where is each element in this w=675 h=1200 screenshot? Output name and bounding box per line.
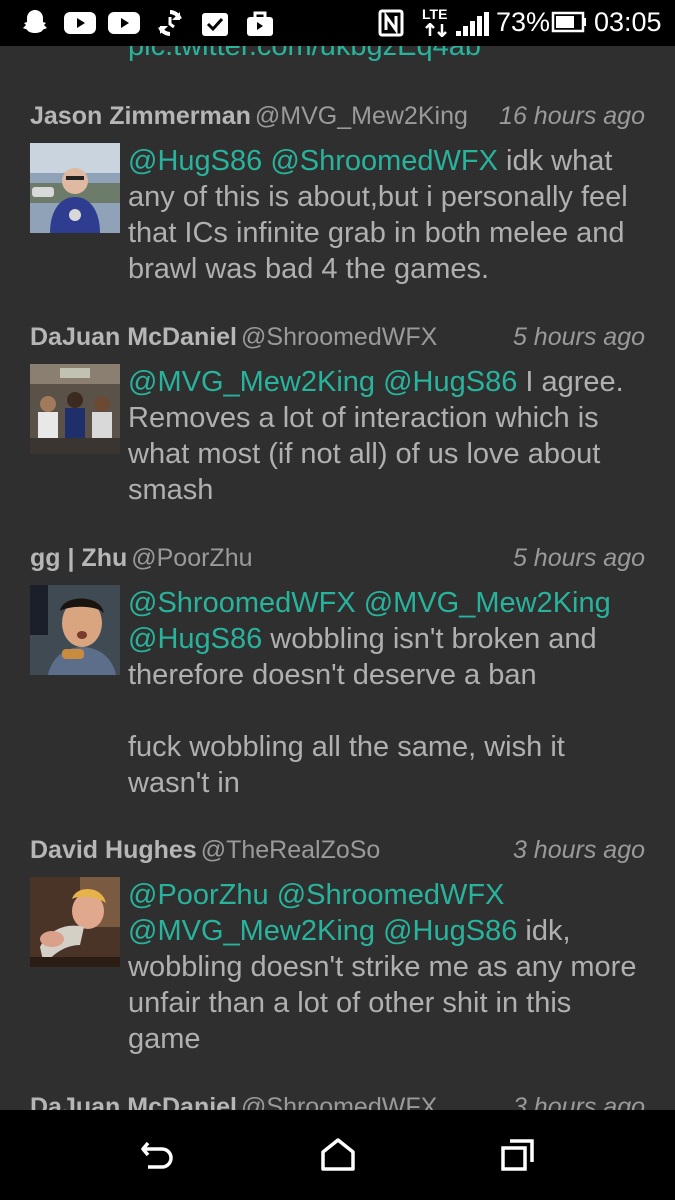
mention-link[interactable]: @PoorZhu [128, 879, 269, 911]
tweet-item[interactable]: Jason Zimmerman @MVG_Mew2King 16 hours ag… [0, 102, 675, 332]
tweet-body: @HugS86 @ShroomedWFX idk what any of thi… [128, 143, 648, 287]
recents-icon[interactable] [500, 1137, 536, 1176]
mention-link[interactable]: @MVG_Mew2King [128, 915, 375, 947]
mention-link[interactable]: @HugS86 [128, 623, 262, 655]
tweet-paragraph: @MVG_Mew2King @HugS86 I agree. Removes a… [128, 364, 648, 508]
mention-link[interactable]: @ShroomedWFX [270, 145, 498, 177]
tweet-header: gg | Zhu @PoorZhu 5 hours ago [30, 544, 645, 580]
tweet-body: @MVG_Mew2King @HugS86 I agree. Removes a… [128, 364, 648, 508]
bag-icon [245, 8, 275, 43]
mention-link[interactable]: @ShroomedWFX [277, 879, 505, 911]
sync-icon [155, 8, 185, 43]
mention-link[interactable]: @HugS86 [383, 366, 517, 398]
author-name[interactable]: gg | Zhu [30, 544, 127, 572]
author-handle[interactable]: @PoorZhu [131, 544, 252, 572]
tweet-text [375, 915, 383, 947]
tweet-paragraph: @HugS86 @ShroomedWFX idk what any of thi… [128, 143, 648, 287]
tweet-body: @PoorZhu @ShroomedWFX @MVG_Mew2King @Hug… [128, 877, 648, 1057]
clipboard-check-icon [200, 8, 230, 43]
tweet-header: Jason Zimmerman @MVG_Mew2King 16 hours ag… [30, 102, 645, 138]
mention-link[interactable]: @ShroomedWFX [128, 587, 356, 619]
snapchat-icon [20, 8, 50, 43]
mention-link[interactable]: @HugS86 [383, 915, 517, 947]
tweet-item[interactable]: David Hughes @TheRealZoSo 3 hours ago @Po… [0, 836, 675, 1086]
home-icon[interactable] [320, 1137, 356, 1176]
navigation-bar [0, 1110, 675, 1200]
tweet-text: fuck wobbling all the same, wish it wasn… [128, 731, 565, 799]
avatar[interactable] [30, 877, 120, 967]
tweet-time: 3 hours ago [512, 836, 645, 864]
back-icon[interactable] [140, 1137, 176, 1176]
avatar[interactable] [30, 143, 120, 233]
tweet-paragraph: @ShroomedWFX @MVG_Mew2King @HugS86 wobbl… [128, 585, 648, 693]
network-type: LTE [422, 6, 452, 38]
tweet-header: DaJuan McDaniel @ShroomedWFX 5 hours ago [30, 323, 645, 359]
nfc-icon [378, 8, 404, 43]
tweet-feed[interactable]: pic.twitter.com/ukbgzEq4ab Jason Zimmerm… [0, 46, 675, 1110]
author-name[interactable]: Jason Zimmerman [30, 102, 251, 130]
tweet-body: @ShroomedWFX @MVG_Mew2King @HugS86 wobbl… [128, 585, 648, 801]
author-handle[interactable]: @MVG_Mew2King [255, 102, 468, 130]
cut-off-link[interactable]: pic.twitter.com/ukbgzEq4ab [128, 46, 481, 63]
mention-link[interactable]: @MVG_Mew2King [364, 587, 611, 619]
tweet-paragraph: @PoorZhu @ShroomedWFX @MVG_Mew2King @Hug… [128, 877, 648, 1057]
clock: 03:05 [594, 7, 662, 37]
avatar[interactable] [30, 364, 120, 454]
tweet-item[interactable]: DaJuan McDaniel @ShroomedWFX 3 hours ago [0, 1093, 675, 1110]
mention-link[interactable]: @HugS86 [128, 145, 262, 177]
tweet-paragraph: fuck wobbling all the same, wish it wasn… [128, 729, 648, 801]
avatar[interactable] [30, 585, 120, 675]
signal-icon [456, 12, 490, 41]
tweet-time: 3 hours ago [512, 1093, 645, 1110]
author-handle[interactable]: @ShroomedWFX [241, 323, 437, 351]
youtube-icon [64, 8, 96, 43]
tweet-time: 5 hours ago [512, 544, 645, 572]
author-name[interactable]: DaJuan McDaniel [30, 1093, 237, 1110]
author-name[interactable]: DaJuan McDaniel [30, 323, 237, 351]
mention-link[interactable]: @MVG_Mew2King [128, 366, 375, 398]
tweet-item[interactable]: gg | Zhu @PoorZhu 5 hours ago @ShroomedWF… [0, 544, 675, 834]
author-handle[interactable]: @TheRealZoSo [201, 836, 381, 864]
tweet-header: DaJuan McDaniel @ShroomedWFX 3 hours ago [30, 1093, 645, 1110]
tweet-text [356, 587, 364, 619]
tweet-time: 16 hours ago [499, 102, 645, 130]
tweet-item[interactable]: DaJuan McDaniel @ShroomedWFX 5 hours ago … [0, 323, 675, 553]
tweet-header: David Hughes @TheRealZoSo 3 hours ago [30, 836, 645, 872]
battery-icon [551, 11, 587, 38]
author-handle[interactable]: @ShroomedWFX [241, 1093, 437, 1110]
status-bar: LTE 73% 03:05 [0, 0, 675, 46]
tweet-time: 5 hours ago [512, 323, 645, 351]
youtube-icon [108, 8, 140, 43]
tweet-text [375, 366, 383, 398]
tweet-text [269, 879, 277, 911]
author-name[interactable]: David Hughes [30, 836, 197, 864]
battery-percent: 73% [496, 7, 551, 37]
